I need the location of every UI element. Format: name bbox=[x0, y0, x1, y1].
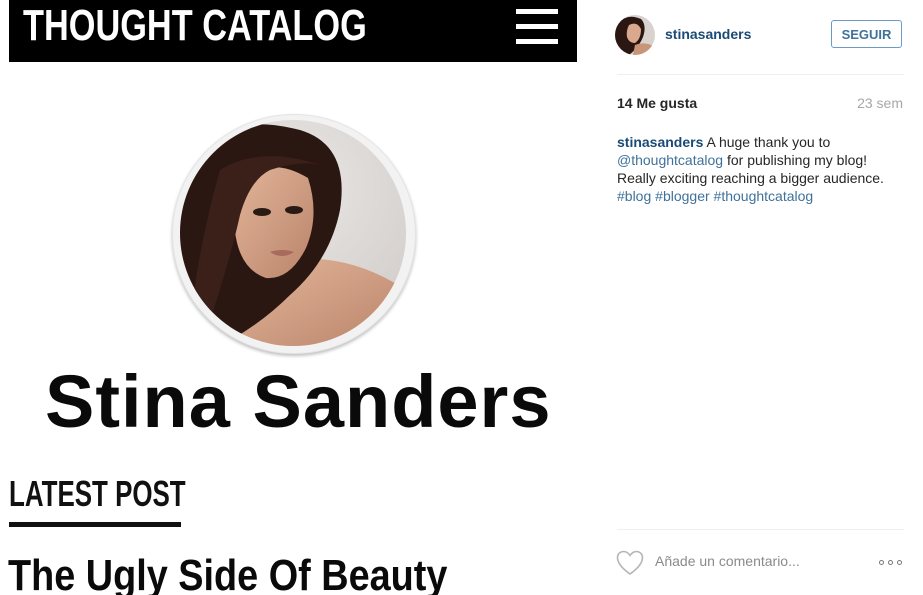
article-title: The Ugly Side Of Beauty bbox=[8, 551, 448, 595]
follow-button[interactable]: SEGUIR bbox=[831, 20, 902, 48]
author-portrait bbox=[180, 120, 406, 346]
caption-username[interactable]: stinasanders bbox=[617, 134, 703, 150]
heart-icon[interactable] bbox=[616, 550, 644, 576]
caption-text-1: A huge thank you to bbox=[703, 134, 831, 150]
hamburger-menu-icon bbox=[516, 9, 558, 45]
author-name: Stina Sanders bbox=[45, 360, 552, 443]
hashtag-blog[interactable]: #blog bbox=[617, 188, 651, 204]
header-username[interactable]: stinasanders bbox=[665, 26, 751, 42]
latest-post-label: LATEST POST bbox=[9, 473, 186, 514]
comment-divider bbox=[617, 529, 904, 530]
post-time-ago[interactable]: 23 sem bbox=[857, 95, 903, 111]
author-profile-photo-frame bbox=[172, 114, 416, 354]
post-image: THOUGHT CATALOG Stina Sanders LATEST POS… bbox=[0, 0, 595, 595]
header-divider bbox=[617, 74, 904, 75]
site-logo: THOUGHT CATALOG bbox=[23, 1, 367, 50]
hashtag-thoughtcatalog[interactable]: #thoughtcatalog bbox=[714, 188, 814, 204]
post-caption: stinasanders A huge thank you to @though… bbox=[617, 133, 907, 205]
hashtag-blogger[interactable]: #blogger bbox=[655, 188, 710, 204]
avatar-image bbox=[615, 15, 655, 55]
likes-count[interactable]: 14 Me gusta bbox=[617, 95, 697, 111]
latest-post-underline bbox=[9, 522, 181, 527]
user-avatar[interactable] bbox=[615, 15, 655, 55]
caption-mention[interactable]: @thoughtcatalog bbox=[617, 152, 723, 168]
thought-catalog-header: THOUGHT CATALOG bbox=[9, 0, 577, 62]
post-sidebar: stinasanders SEGUIR 14 Me gusta 23 sem s… bbox=[595, 0, 923, 595]
comment-input[interactable] bbox=[655, 553, 855, 569]
more-options-icon[interactable] bbox=[879, 558, 905, 568]
